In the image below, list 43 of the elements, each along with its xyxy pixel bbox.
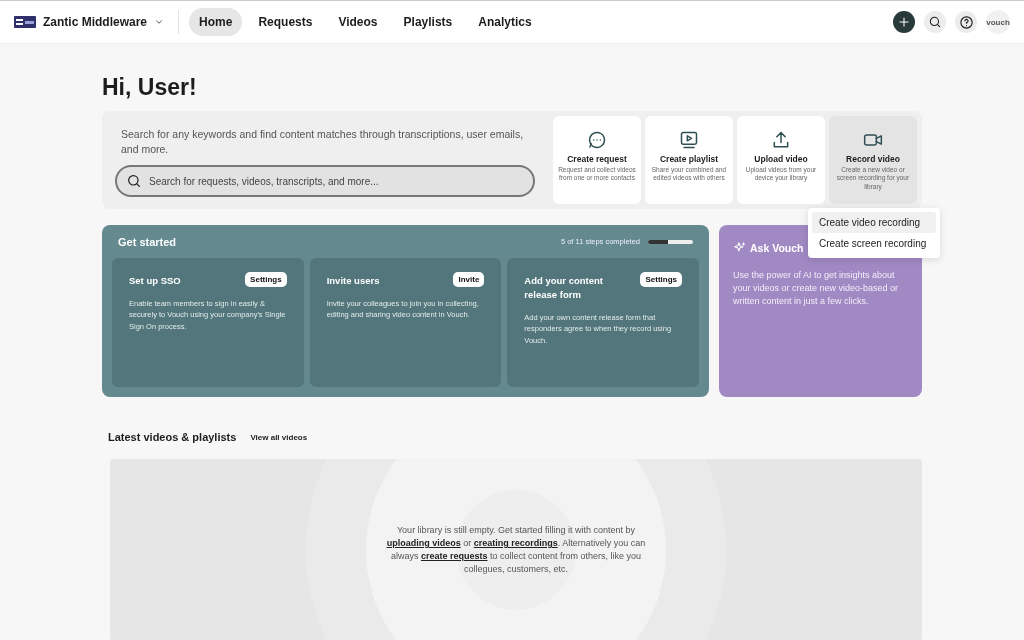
section-title: Latest videos & playlists	[108, 431, 237, 443]
panel-title: Get started	[118, 235, 177, 248]
account-avatar[interactable]: vouch	[986, 10, 1010, 34]
panel-title: Ask Vouch	[750, 242, 804, 254]
action-title: Upload video	[754, 154, 808, 164]
view-all-link[interactable]: View all videos	[250, 432, 308, 442]
add-button[interactable]	[893, 11, 915, 33]
help-icon	[958, 14, 974, 30]
empty-message: Your library is still empty. Get started filling it with content by uploading videos or creating recordings. Alternatively you can always create requests to collect content from others, like you collegues, customers, etc.	[385, 523, 647, 577]
search-button[interactable]	[924, 11, 946, 33]
panel-description: Use the power of AI to get insights about your videos or create new video-based or written content in just a few clicks.	[733, 269, 900, 309]
action-title: Create request	[567, 154, 627, 164]
action-title: Create playlist	[659, 154, 719, 164]
step-title: Add your content release form	[524, 274, 604, 302]
search-field[interactable]: Search for requests, videos, transcripts, and more...	[115, 165, 535, 198]
nav-tab[interactable]: Requests	[248, 8, 323, 36]
step-button[interactable]: Settings	[245, 272, 287, 287]
help-button[interactable]	[955, 11, 977, 33]
play-screen-icon	[679, 130, 699, 150]
inline-link[interactable]: uploading videos	[386, 537, 461, 548]
nav-tab[interactable]: Home	[189, 8, 243, 36]
step-title: Set up SSO	[129, 274, 181, 288]
workspace-name: Zantic Middleware	[43, 15, 148, 29]
plus-icon	[897, 15, 911, 29]
search-description: Search for any keywords and find content matches through transcriptions, user emails, and more.	[121, 127, 525, 157]
chat-bubble-icon	[587, 130, 607, 150]
nav-tab[interactable]: Playlists	[393, 8, 463, 36]
inline-link[interactable]: creating recordings	[473, 537, 558, 548]
greeting-heading: Hi, User!	[102, 74, 198, 101]
inline-link[interactable]: create requests	[420, 551, 488, 561]
step-button[interactable]: Invite	[453, 272, 485, 287]
step-title: Invite users	[326, 274, 380, 288]
action-title: Record video	[846, 154, 900, 164]
nav-tab[interactable]: Videos	[328, 8, 388, 36]
workspace-switcher[interactable]: Zantic Middleware	[14, 15, 165, 29]
nav-tab[interactable]: Analytics	[468, 8, 542, 36]
step-button[interactable]: Settings	[640, 272, 682, 287]
logo-icon	[14, 16, 36, 28]
search-icon	[928, 15, 942, 29]
menu-item[interactable]: Create video recording	[812, 212, 936, 233]
chevron-down-icon	[154, 17, 165, 27]
upload-icon	[771, 130, 791, 150]
menu-item[interactable]: Create screen recording	[812, 233, 936, 254]
